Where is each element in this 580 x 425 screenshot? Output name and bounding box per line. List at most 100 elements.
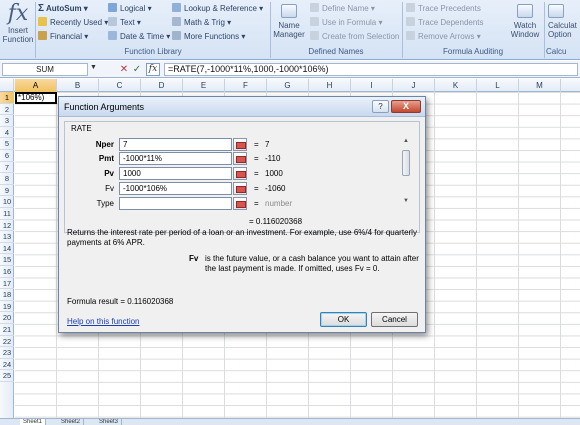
row-header-8[interactable]: 8 bbox=[0, 173, 14, 185]
insert-function-fx-button[interactable]: fx bbox=[146, 63, 160, 76]
row-header-22[interactable]: 22 bbox=[0, 336, 14, 348]
row-header-25[interactable]: 25 bbox=[0, 370, 14, 382]
trace-dependents-icon bbox=[406, 17, 415, 26]
collapse-dialog-icon[interactable] bbox=[233, 167, 247, 180]
remove-arrows-button[interactable]: Remove Arrows ▾ bbox=[406, 31, 481, 43]
date-time-button[interactable]: Date & Time ▾ bbox=[108, 31, 170, 43]
arg-input-pmt[interactable]: -1000*11% bbox=[119, 152, 232, 165]
dialog-titlebar[interactable]: Function Arguments ? X bbox=[59, 97, 425, 117]
ok-button[interactable]: OK bbox=[320, 312, 367, 327]
sheet-tab-1[interactable]: Sheet1 bbox=[20, 419, 47, 425]
scroll-up-icon[interactable]: ▲ bbox=[401, 138, 411, 144]
watch-window-button[interactable]: Watch Window bbox=[508, 4, 542, 39]
column-header-d[interactable]: D bbox=[141, 79, 183, 92]
text-button[interactable]: Text ▾ bbox=[108, 17, 141, 29]
row-header-15[interactable]: 15 bbox=[0, 254, 14, 266]
column-header-k[interactable]: K bbox=[435, 79, 477, 92]
trace-precedents-button[interactable]: Trace Precedents bbox=[406, 3, 481, 15]
row-header-23[interactable]: 23 bbox=[0, 347, 14, 359]
row-header-9[interactable]: 9 bbox=[0, 185, 14, 197]
active-cell-a1[interactable]: *106%) bbox=[15, 92, 57, 104]
trace-dependents-button[interactable]: Trace Dependents bbox=[406, 17, 484, 29]
name-manager-button[interactable]: Name Manager bbox=[272, 4, 306, 39]
row-header-2[interactable]: 2 bbox=[0, 104, 14, 116]
financial-button[interactable]: Financial ▾ bbox=[38, 31, 88, 43]
collapse-dialog-icon[interactable] bbox=[233, 152, 247, 165]
create-from-selection-button[interactable]: Create from Selection bbox=[310, 31, 399, 43]
sheet-tab-2[interactable]: Sheet2 bbox=[58, 419, 85, 425]
row-header-21[interactable]: 21 bbox=[0, 324, 14, 336]
autosum-button[interactable]: Σ AutoSum ▾ bbox=[38, 3, 88, 15]
use-in-formula-button[interactable]: Use in Formula ▾ bbox=[310, 17, 383, 29]
row-header-7[interactable]: 7 bbox=[0, 162, 14, 174]
column-header-m[interactable]: M bbox=[519, 79, 561, 92]
column-header-f[interactable]: F bbox=[225, 79, 267, 92]
row-header-16[interactable]: 16 bbox=[0, 266, 14, 278]
arg-result-pv: 1000 bbox=[265, 169, 283, 178]
name-manager-icon bbox=[281, 4, 297, 18]
trace-precedents-icon bbox=[406, 3, 415, 12]
ribbon: fx Insert Function Σ AutoSum ▾ Recently U… bbox=[0, 0, 580, 60]
row-header-13[interactable]: 13 bbox=[0, 231, 14, 243]
name-box-dropdown-icon[interactable]: ▼ bbox=[90, 64, 97, 71]
column-header-b[interactable]: B bbox=[57, 79, 99, 92]
name-manager-label-2: Manager bbox=[273, 30, 305, 39]
name-box[interactable]: SUM bbox=[2, 63, 88, 76]
column-header-l[interactable]: L bbox=[477, 79, 519, 92]
row-header-4[interactable]: 4 bbox=[0, 127, 14, 139]
more-functions-button[interactable]: More Functions ▾ bbox=[172, 31, 245, 43]
math-trig-button[interactable]: Math & Trig ▾ bbox=[172, 17, 231, 29]
arg-input-nper[interactable]: 7 bbox=[119, 138, 232, 151]
collapse-dialog-icon[interactable] bbox=[233, 138, 247, 151]
collapse-dialog-icon[interactable] bbox=[233, 182, 247, 195]
arguments-scrollbar[interactable]: ▲ ▼ bbox=[401, 138, 411, 206]
defined-names-label: Defined Names bbox=[308, 47, 364, 56]
lookup-reference-button[interactable]: Lookup & Reference ▾ bbox=[172, 3, 263, 15]
recently-used-button[interactable]: Recently Used ▾ bbox=[38, 17, 108, 29]
arg-input-type[interactable] bbox=[119, 197, 232, 210]
sheet-tab-3[interactable]: Sheet3 bbox=[96, 419, 123, 425]
row-header-3[interactable]: 3 bbox=[0, 115, 14, 127]
column-header-h[interactable]: H bbox=[309, 79, 351, 92]
collapse-dialog-icon[interactable] bbox=[233, 197, 247, 210]
arg-label-type: Type bbox=[96, 199, 114, 208]
column-header-i[interactable]: I bbox=[351, 79, 393, 92]
arg-label-pmt: Pmt bbox=[98, 154, 114, 163]
formula-input[interactable]: =RATE(7,-1000*11%,1000,-1000*106%) bbox=[164, 63, 578, 76]
row-header-17[interactable]: 17 bbox=[0, 278, 14, 290]
watch-window-label-2: Window bbox=[510, 30, 540, 39]
calculation-options-button[interactable]: Calculat Option bbox=[548, 4, 580, 39]
row-header-14[interactable]: 14 bbox=[0, 243, 14, 255]
row-header-5[interactable]: 5 bbox=[0, 138, 14, 150]
help-button[interactable]: ? bbox=[372, 100, 389, 113]
cancel-button[interactable]: Cancel bbox=[371, 312, 418, 327]
row-header-10[interactable]: 10 bbox=[0, 196, 14, 208]
scroll-thumb[interactable] bbox=[402, 150, 410, 176]
scroll-down-icon[interactable]: ▼ bbox=[401, 198, 411, 204]
row-header-19[interactable]: 19 bbox=[0, 301, 14, 313]
row-header-11[interactable]: 11 bbox=[0, 208, 14, 220]
column-header-g[interactable]: G bbox=[267, 79, 309, 92]
define-name-button[interactable]: Define Name ▾ bbox=[310, 3, 375, 15]
column-header-c[interactable]: C bbox=[99, 79, 141, 92]
arg-input-fv[interactable]: -1000*106% bbox=[119, 182, 232, 195]
watch-window-icon bbox=[517, 4, 533, 18]
column-header-j[interactable]: J bbox=[393, 79, 435, 92]
enter-entry-icon[interactable]: ✓ bbox=[131, 63, 143, 76]
insert-function-button[interactable]: fx Insert Function bbox=[2, 2, 34, 45]
row-header-18[interactable]: 18 bbox=[0, 289, 14, 301]
column-header-e[interactable]: E bbox=[183, 79, 225, 92]
column-header-a[interactable]: A bbox=[15, 79, 57, 92]
row-header-1[interactable]: 1 bbox=[0, 92, 14, 104]
logical-button[interactable]: Logical ▾ bbox=[108, 3, 152, 15]
row-header-12[interactable]: 12 bbox=[0, 220, 14, 232]
row-header-6[interactable]: 6 bbox=[0, 150, 14, 162]
cancel-entry-icon[interactable]: ✕ bbox=[118, 63, 130, 76]
select-all-corner[interactable] bbox=[0, 79, 14, 92]
close-button[interactable]: X bbox=[391, 100, 421, 113]
arg-input-pv[interactable]: 1000 bbox=[119, 167, 232, 180]
row-header-24[interactable]: 24 bbox=[0, 359, 14, 371]
row-header-20[interactable]: 20 bbox=[0, 312, 14, 324]
help-on-this-function-link[interactable]: Help on this function bbox=[67, 317, 140, 326]
grid-column-line bbox=[56, 92, 57, 418]
